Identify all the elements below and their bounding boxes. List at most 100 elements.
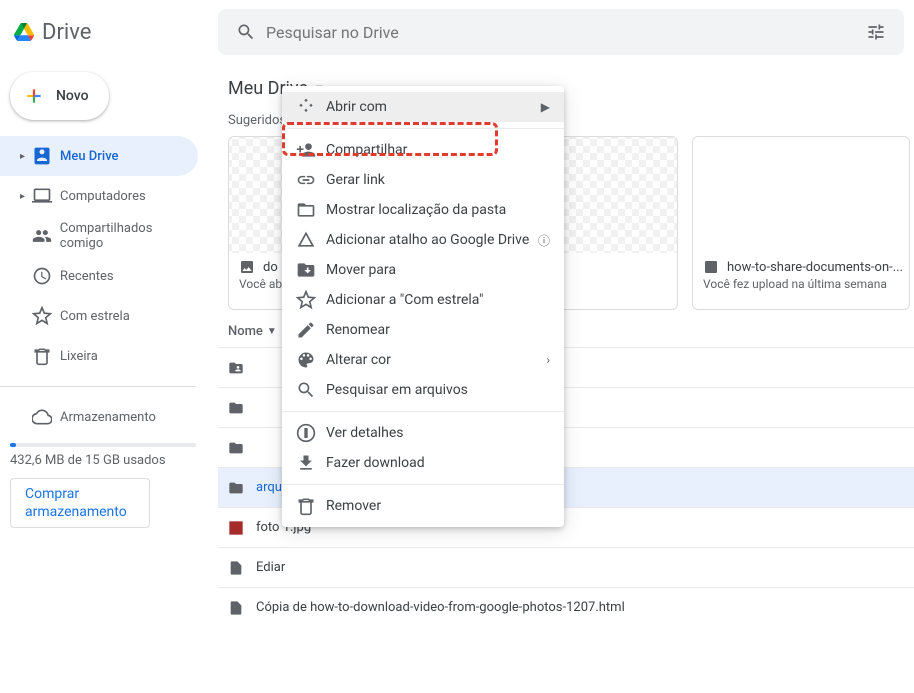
ctx-label: Renomear <box>326 322 390 338</box>
sort-arrow-icon: ▼ <box>267 326 277 337</box>
person-add-icon <box>296 140 326 160</box>
ctx-show-location[interactable]: Mostrar localização da pasta <box>282 195 564 225</box>
sidebar-item-starred[interactable]: Com estrela <box>0 296 198 336</box>
card-title: how-to-share-documents-on-... <box>727 260 903 275</box>
ctx-label: Compartilhar <box>326 142 407 158</box>
drive-logo-icon <box>14 22 34 42</box>
ctx-label: Adicionar a "Com estrela" <box>326 292 483 308</box>
sidebar-item-computers[interactable]: ▸ Computadores <box>0 176 198 216</box>
search-icon <box>226 22 266 42</box>
nav-label: Com estrela <box>60 309 130 324</box>
ctx-change-color[interactable]: Alterar cor › <box>282 345 564 375</box>
file-row[interactable]: Cópia de how-to-download-video-from-goog… <box>218 587 914 627</box>
docs-icon <box>228 560 256 576</box>
file-row[interactable]: Ediar <box>218 547 914 587</box>
ctx-label: Mostrar localização da pasta <box>326 202 506 218</box>
drive-shortcut-icon <box>296 230 326 250</box>
ctx-remove[interactable]: Remover <box>282 491 564 521</box>
help-icon[interactable]: ⓘ <box>538 232 550 249</box>
palette-icon <box>296 350 326 370</box>
search-icon <box>296 380 326 400</box>
sidebar-item-trash[interactable]: Lixeira <box>0 336 198 376</box>
separator <box>282 128 564 129</box>
trash-icon <box>32 346 60 366</box>
file-name: Ediar <box>256 560 285 575</box>
sidebar-item-recent[interactable]: Recentes <box>0 256 198 296</box>
card-title: do <box>263 260 278 275</box>
ctx-label: Adicionar atalho ao Google Drive <box>326 232 529 248</box>
separator <box>282 411 564 412</box>
suggested-card[interactable]: how-to-share-documents-on-... Você fez u… <box>692 136 910 310</box>
ctx-move-to[interactable]: Mover para <box>282 255 564 285</box>
sidebar: Novo ▸ Meu Drive ▸ Computadores Comparti… <box>0 64 210 693</box>
ctx-get-link[interactable]: Gerar link <box>282 165 564 195</box>
column-label: Nome <box>228 324 263 339</box>
cloud-icon <box>32 407 60 427</box>
header: Drive <box>0 0 914 64</box>
ctx-download[interactable]: Fazer download <box>282 448 564 478</box>
ctx-share[interactable]: Compartilhar <box>282 135 564 165</box>
storage-bar <box>10 443 196 447</box>
logo-area[interactable]: Drive <box>0 20 218 45</box>
ctx-label: Abrir com <box>326 99 387 115</box>
link-icon <box>296 170 326 190</box>
app-name: Drive <box>42 20 91 45</box>
separator <box>0 386 196 387</box>
move-icon <box>296 260 326 280</box>
card-subtitle: Você fez upload na última semana <box>693 277 909 299</box>
new-button-label: Novo <box>56 88 89 104</box>
caret-icon: ▸ <box>20 191 30 202</box>
tune-icon[interactable] <box>856 22 896 42</box>
ctx-label: Pesquisar em arquivos <box>326 382 468 398</box>
nav-label: Armazenamento <box>60 410 156 425</box>
folder-shared-icon <box>228 360 256 376</box>
docs-icon <box>228 600 256 616</box>
separator <box>282 484 564 485</box>
folder-icon <box>228 480 256 496</box>
sidebar-item-storage[interactable]: Armazenamento <box>0 397 198 437</box>
ctx-rename[interactable]: Renomear <box>282 315 564 345</box>
sidebar-item-my-drive[interactable]: ▸ Meu Drive <box>0 136 198 176</box>
nav-label: Recentes <box>60 269 114 284</box>
nav-label: Computadores <box>60 189 146 204</box>
image-icon <box>228 520 256 536</box>
context-menu: Abrir com ▶ Compartilhar Gerar link Most… <box>282 86 564 527</box>
search-bar[interactable] <box>218 9 904 55</box>
info-icon <box>296 423 326 443</box>
folder-outline-icon <box>296 200 326 220</box>
chevron-right-icon: › <box>546 353 550 367</box>
ctx-details[interactable]: Ver detalhes <box>282 418 564 448</box>
storage-text: 432,6 MB de 15 GB usados <box>0 453 210 468</box>
clock-icon <box>32 266 60 286</box>
people-icon <box>32 226 60 246</box>
folder-icon <box>228 440 256 456</box>
nav: ▸ Meu Drive ▸ Computadores Compartilhado… <box>0 136 210 528</box>
ctx-add-shortcut[interactable]: Adicionar atalho ao Google Drive ⓘ <box>282 225 564 255</box>
buy-storage-button[interactable]: Comprar armazenamento <box>10 478 150 528</box>
search-input[interactable] <box>266 23 856 42</box>
ctx-add-star[interactable]: Adicionar a "Com estrela" <box>282 285 564 315</box>
image-file-icon <box>239 259 255 275</box>
card-thumbnail <box>693 137 909 253</box>
my-drive-icon <box>32 146 60 166</box>
plus-icon <box>24 86 44 106</box>
nav-label: Lixeira <box>60 349 98 364</box>
ctx-search-within[interactable]: Pesquisar em arquivos <box>282 375 564 405</box>
pencil-icon <box>296 320 326 340</box>
computer-icon <box>32 186 60 206</box>
word-file-icon <box>703 259 719 275</box>
star-icon <box>32 306 60 326</box>
ctx-label: Ver detalhes <box>326 425 404 441</box>
folder-icon <box>228 400 256 416</box>
download-icon <box>296 453 326 473</box>
chevron-right-icon: ▶ <box>541 100 550 114</box>
ctx-label: Mover para <box>326 262 396 278</box>
trash-icon <box>296 496 326 516</box>
file-name: Cópia de how-to-download-video-from-goog… <box>256 600 625 615</box>
nav-label: Compartilhados comigo <box>60 221 198 251</box>
open-with-icon <box>296 97 326 117</box>
sidebar-item-shared[interactable]: Compartilhados comigo <box>0 216 198 256</box>
star-outline-icon <box>296 290 326 310</box>
new-button[interactable]: Novo <box>10 72 109 120</box>
ctx-open-with[interactable]: Abrir com ▶ <box>282 92 564 122</box>
